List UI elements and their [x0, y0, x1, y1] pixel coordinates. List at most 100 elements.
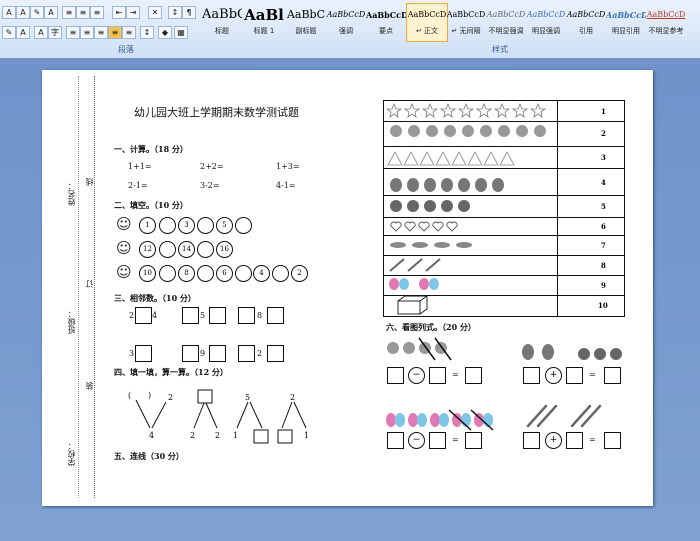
table-column-divider [557, 101, 558, 316]
table-number: 8 [601, 261, 606, 270]
equals-sign: = [452, 370, 459, 379]
show-marks-icon[interactable]: ¶ [182, 6, 196, 19]
style-heading-1[interactable]: AaBl 标题 1 [244, 4, 284, 41]
answer-box [209, 345, 226, 362]
svg-text:2: 2 [290, 393, 295, 402]
shading-icon[interactable]: ◆ [158, 26, 172, 39]
equals-sign: = [589, 370, 596, 379]
align-center-icon[interactable]: ≡ [80, 26, 94, 39]
style-no-spacing[interactable]: AaBbCcD ↵ 无间隔 [446, 4, 486, 41]
number-circle: 2 [291, 265, 308, 282]
multilevel-list-icon[interactable]: ≡ [90, 6, 104, 19]
section-1-heading: 一、计算。（18 分） [114, 144, 188, 154]
triangle-icons [387, 151, 515, 166]
chinese-layout-icon[interactable]: ✕ [148, 6, 162, 19]
butterfly-icons [389, 278, 439, 290]
heart-icons [390, 221, 458, 232]
smiley-icon: ☺ [116, 215, 132, 233]
svg-text:4: 4 [149, 431, 154, 440]
grow-font-icon[interactable]: A [2, 6, 16, 19]
style-quote[interactable]: AaBbCcD 引用 [566, 4, 606, 41]
text-effect-icon[interactable]: A [44, 6, 58, 19]
answer-box [429, 367, 446, 384]
answer-box [182, 307, 199, 324]
shrink-font-icon[interactable]: A [16, 6, 30, 19]
number-circle: 6 [216, 265, 233, 282]
paragraph-group-label: 段落 [118, 45, 134, 54]
answer-box [209, 307, 226, 324]
table-number: 4 [601, 178, 606, 187]
answer-box [387, 367, 404, 384]
bullets-icon[interactable]: ≡ [62, 6, 76, 19]
table-number: 6 [601, 222, 606, 231]
equals-sign: = [452, 435, 459, 444]
font-color-icon[interactable]: A [16, 26, 30, 39]
answer-box [523, 367, 540, 384]
number-circle: 1 [139, 217, 156, 234]
section-2-heading: 二、填空。（10 分） [114, 200, 188, 210]
sort-icon[interactable]: ↕ [168, 6, 182, 19]
equation: 3-2= [200, 181, 220, 190]
distributed-icon[interactable]: ≡ [122, 26, 136, 39]
answer-box [604, 367, 621, 384]
equation: 2-1= [128, 181, 148, 190]
ribbon: A A ✎ A ≡ ≡ ≡ ⇤ ⇥ ✕ ↕ ¶ ✎ A A 字 ≡ ≡ ≡ ≡ … [0, 0, 700, 59]
given-number: 4 [152, 311, 158, 320]
flower-icons [390, 125, 546, 137]
style-subtle-reference[interactable]: AaBbCcD 不明显参考 [646, 4, 686, 41]
given-number: 5 [200, 311, 206, 320]
carrot-icons [389, 258, 441, 272]
answer-box [523, 432, 540, 449]
table-number: 7 [601, 241, 606, 250]
style-title[interactable]: AaBbC 标题 [202, 4, 242, 41]
line-spacing-icon[interactable]: ↕ [140, 26, 154, 39]
style-intense-emphasis[interactable]: AaBbCcD 明显强调 [526, 4, 566, 41]
borders-icon[interactable]: ▦ [174, 26, 188, 39]
align-left-icon[interactable]: ≡ [66, 26, 80, 39]
svg-text:1: 1 [233, 431, 238, 440]
given-number: 9 [200, 349, 206, 358]
minus-operator: − [408, 432, 425, 449]
char-shading-icon[interactable]: A [34, 26, 48, 39]
style-intense-quote[interactable]: AaBbCcD 明显引用 [606, 4, 646, 41]
number-circle: 16 [216, 241, 233, 258]
given-number: 3 [129, 349, 135, 358]
equation: 4-1= [276, 181, 296, 190]
enclose-char-icon[interactable]: 字 [48, 26, 62, 39]
style-subtitle[interactable]: AaBbC 副标题 [286, 4, 326, 41]
style-emphasis[interactable]: AaBbCcD 强调 [326, 4, 366, 41]
number-circle: 10 [139, 265, 156, 282]
svg-text:(: ( [128, 391, 131, 400]
table-number: 2 [601, 129, 606, 138]
equals-sign: = [589, 435, 596, 444]
numbering-icon[interactable]: ≡ [76, 6, 90, 19]
smiley-icon: ☺ [116, 263, 132, 281]
plus-operator: + [545, 367, 562, 384]
given-number: 2 [129, 311, 135, 320]
blank-circle [235, 265, 252, 282]
equation: 2+2= [200, 162, 224, 171]
given-number: 2 [257, 349, 263, 358]
answer-box [238, 345, 255, 362]
document-page[interactable]: 姓名： 班级： 学校： 线 订 装 幼儿园大班上学期期末数学测试题 一、计算。（… [42, 70, 653, 506]
answer-box [566, 367, 583, 384]
style-strong[interactable]: AaBbCcD 要点 [366, 4, 406, 41]
justify-icon[interactable]: ≡ [108, 26, 122, 39]
smiley-icon: ☺ [116, 239, 132, 257]
highlight-icon[interactable]: ✎ [2, 26, 16, 39]
answer-box [604, 432, 621, 449]
align-right-icon[interactable]: ≡ [94, 26, 108, 39]
blank-circle [235, 217, 252, 234]
number-decomposition-diagram: ( ) 2 4 2 2 5 1 2 1 [128, 389, 309, 444]
style-subtle-emphasis[interactable]: AaBbCcD 不明显强调 [486, 4, 526, 41]
svg-text:2: 2 [190, 431, 195, 440]
quick-styles-gallery[interactable]: AaBbC 标题 AaBl 标题 1 AaBbC 副标题 AaBbCcD 强调 AaBb… [200, 2, 688, 42]
style-normal[interactable]: AaBbCcD ↵ 正文 [406, 3, 448, 42]
decrease-indent-icon[interactable]: ⇤ [112, 6, 126, 19]
number-circle: 4 [253, 265, 270, 282]
svg-text:5: 5 [245, 393, 250, 402]
blank-circle [197, 241, 214, 258]
clear-format-icon[interactable]: ✎ [30, 6, 44, 19]
increase-indent-icon[interactable]: ⇥ [126, 6, 140, 19]
blank-circle [159, 217, 176, 234]
